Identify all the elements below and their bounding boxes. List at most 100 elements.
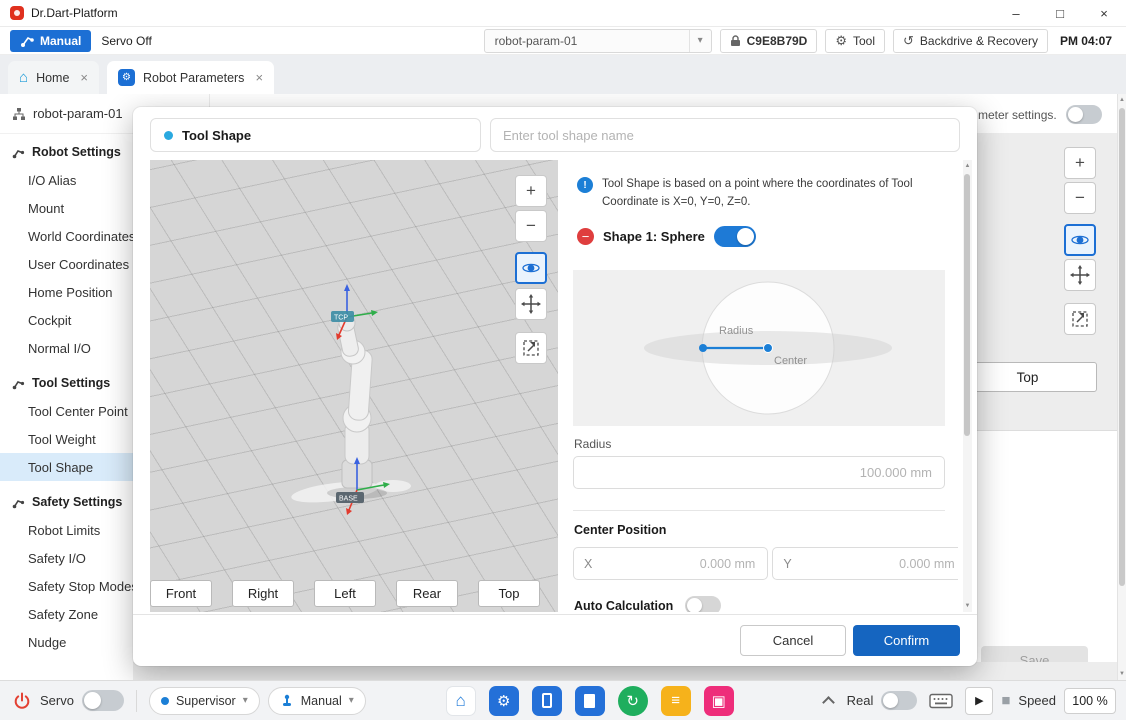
chevron-down-icon: ▾: [349, 695, 354, 706]
section-label: Robot Settings: [32, 145, 121, 159]
app-monitor-icon[interactable]: ▣: [704, 686, 734, 716]
shape-header-row: − Shape 1: Sphere: [577, 226, 756, 247]
power-icon[interactable]: [12, 691, 32, 711]
center-y-input[interactable]: [792, 556, 957, 572]
tool-shape-dialog: Tool Shape: [133, 107, 977, 666]
view-preset-buttons: Front Right Left Rear Top: [150, 580, 540, 607]
backdrive-label: Backdrive & Recovery: [920, 34, 1038, 48]
radius-input[interactable]: [573, 456, 945, 489]
lock-icon: [730, 35, 741, 47]
info-icon: !: [577, 177, 593, 193]
cancel-button[interactable]: Cancel: [740, 625, 846, 656]
document-icon: [584, 694, 595, 708]
close-icon[interactable]: ×: [80, 70, 88, 85]
scroll-down-icon[interactable]: ▼: [963, 603, 972, 609]
app-sync-icon[interactable]: ↻: [618, 686, 648, 716]
shape-enable-toggle[interactable]: [714, 226, 756, 247]
auto-calculation-label: Auto Calculation: [574, 599, 673, 613]
backdrive-recovery-button[interactable]: ↺ Backdrive & Recovery: [893, 29, 1048, 53]
clock-text: PM 04:07: [1060, 34, 1112, 48]
servo-status-text: Servo Off: [101, 34, 151, 48]
fit-view-button[interactable]: [1064, 303, 1096, 335]
app-pendant-icon[interactable]: [532, 686, 562, 716]
close-icon[interactable]: ×: [255, 70, 263, 85]
keyboard-icon[interactable]: [929, 692, 953, 710]
scroll-up-icon[interactable]: ▲: [1118, 97, 1126, 103]
auto-calculation-toggle[interactable]: [685, 596, 721, 612]
remove-shape-icon[interactable]: −: [577, 228, 594, 245]
base-label: BASE: [339, 496, 358, 503]
app-logo-icon: [10, 6, 24, 20]
fit-view-button[interactable]: [515, 332, 547, 364]
view-rear-button[interactable]: Rear: [396, 580, 458, 607]
section-label: Safety Settings: [32, 495, 122, 509]
mode-select[interactable]: Manual ▾: [268, 687, 366, 715]
main-area: robot-param-01 Robot Settings I/O Alias …: [0, 94, 1126, 680]
settings-toggle[interactable]: [1066, 105, 1102, 124]
rotate-view-button[interactable]: [515, 252, 547, 284]
divider: [573, 510, 945, 511]
real-toggle[interactable]: [881, 691, 917, 710]
scrollbar-thumb[interactable]: [964, 174, 970, 436]
speed-value-box[interactable]: 100 %: [1064, 688, 1116, 714]
auto-calculation-row: Auto Calculation: [574, 596, 721, 612]
shape-settings-panel: ! Tool Shape is based on a point where t…: [573, 160, 958, 612]
zoom-in-button[interactable]: +: [515, 175, 547, 207]
device-id-text: C9E8B79D: [747, 34, 808, 48]
scroll-down-icon[interactable]: ▼: [1118, 671, 1126, 677]
manual-mode-icon: [280, 694, 294, 708]
param-file-select[interactable]: robot-param-01 ▾: [484, 29, 712, 53]
maximize-button[interactable]: □: [1038, 0, 1082, 27]
confirm-button[interactable]: Confirm: [853, 625, 960, 656]
view-front-button[interactable]: Front: [150, 580, 212, 607]
pan-view-button[interactable]: [515, 288, 547, 320]
pan-view-button[interactable]: [1064, 259, 1096, 291]
collapse-dock-icon[interactable]: [822, 696, 835, 709]
tool-button[interactable]: ⚙ Tool: [825, 29, 885, 53]
tab-robot-parameters[interactable]: ⚙ Robot Parameters ×: [107, 61, 274, 94]
minimize-button[interactable]: –: [994, 0, 1038, 27]
app-settings-icon[interactable]: ⚙: [489, 686, 519, 716]
chevron-down-icon: ▾: [689, 30, 711, 52]
orbit-rotate-icon: [1070, 230, 1090, 250]
servo-toggle[interactable]: [82, 690, 124, 711]
panel-scrollbar[interactable]: ▲ ▼: [963, 160, 972, 612]
main-scrollbar[interactable]: ▲ ▼: [1117, 94, 1126, 680]
stop-button[interactable]: ■: [1001, 692, 1010, 709]
manual-mode-label: Manual: [40, 34, 81, 48]
view-right-button[interactable]: Right: [232, 580, 294, 607]
dialog-footer: Cancel Confirm: [133, 614, 977, 666]
background-top-view-button[interactable]: Top: [958, 362, 1097, 392]
shape-header-label: Shape 1: Sphere: [603, 229, 705, 244]
dialog-title-box: Tool Shape: [150, 118, 481, 152]
app-document-icon[interactable]: [575, 686, 605, 716]
zoom-out-button[interactable]: −: [515, 210, 547, 242]
fit-to-view-icon: [1070, 309, 1090, 329]
close-button[interactable]: ×: [1082, 0, 1126, 27]
zoom-out-button[interactable]: −: [1064, 182, 1096, 214]
view-left-button[interactable]: Left: [314, 580, 376, 607]
zoom-in-button[interactable]: +: [1064, 147, 1096, 179]
viewport-controls: + −: [515, 175, 547, 364]
tool-shape-name-input[interactable]: [490, 118, 960, 152]
sphere-diagram: Radius Center: [573, 270, 945, 426]
pan-arrows-icon: [1070, 265, 1090, 285]
role-select[interactable]: Supervisor ▾: [149, 687, 260, 715]
scroll-up-icon[interactable]: ▲: [963, 163, 972, 169]
view-top-button[interactable]: Top: [478, 580, 540, 607]
tab-home[interactable]: ⌂ Home ×: [8, 61, 99, 94]
role-select-value: Supervisor: [176, 694, 236, 708]
app-tasks-icon[interactable]: ≡: [661, 686, 691, 716]
app-home-icon[interactable]: ⌂: [446, 686, 476, 716]
role-status-icon: [161, 697, 169, 705]
3d-viewport[interactable]: TCP BASE + −: [150, 160, 558, 612]
divider: [977, 430, 1118, 431]
manual-mode-button[interactable]: Manual: [10, 30, 91, 52]
speed-label: Speed: [1018, 693, 1056, 708]
play-button[interactable]: ▶: [965, 687, 993, 715]
center-x-input[interactable]: [592, 556, 757, 572]
scrollbar-thumb[interactable]: [1119, 108, 1125, 586]
toolbar: Manual Servo Off robot-param-01 ▾ C9E8B7…: [0, 27, 1126, 55]
rotate-view-button[interactable]: [1064, 224, 1096, 256]
y-axis-label: Y: [783, 557, 791, 571]
